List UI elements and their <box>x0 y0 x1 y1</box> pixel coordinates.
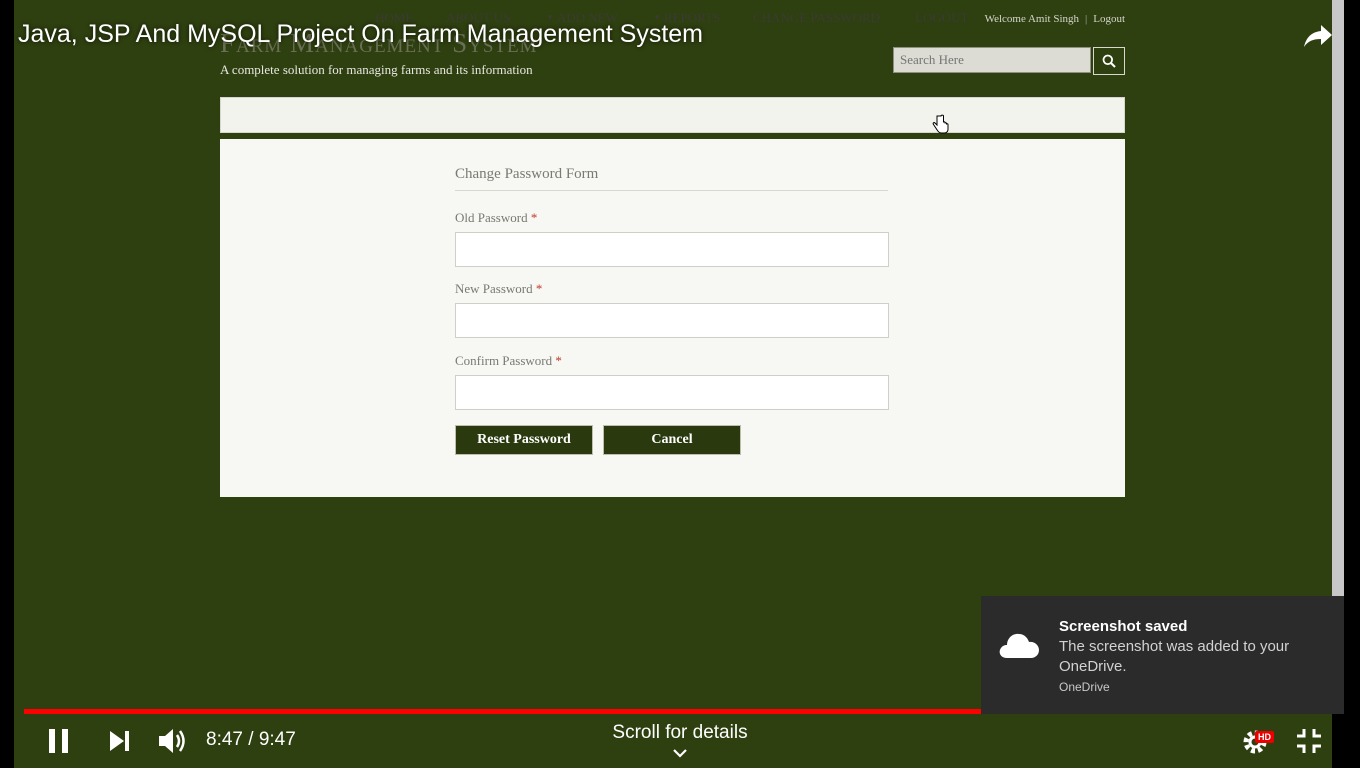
hand-cursor-icon <box>932 114 949 134</box>
volume-icon[interactable] <box>157 726 189 756</box>
main-nav <box>220 97 1125 133</box>
pause-icon[interactable] <box>48 728 70 754</box>
reset-password-button[interactable]: Reset Password <box>455 425 593 455</box>
separator: | <box>1085 13 1088 25</box>
nav-item-change-password[interactable]: CHANGE PASSWORD <box>753 10 880 26</box>
old-password-label: Old Password * <box>455 210 538 225</box>
form-divider <box>455 190 888 191</box>
confirm-password-label: Confirm Password * <box>455 353 562 368</box>
confirm-password-input[interactable] <box>455 375 889 410</box>
next-icon[interactable] <box>108 730 132 752</box>
exit-fullscreen-icon[interactable] <box>1296 728 1322 754</box>
new-password-label: New Password * <box>455 281 543 296</box>
chevron-down-icon[interactable] <box>672 747 688 759</box>
nav-item-logout[interactable]: LOGOUT <box>915 10 968 26</box>
cancel-button[interactable]: Cancel <box>603 425 741 455</box>
form-title: Change Password Form <box>455 166 599 182</box>
share-icon[interactable] <box>1302 22 1334 50</box>
toast-source: OneDrive <box>1059 680 1110 694</box>
cloud-icon <box>999 633 1039 658</box>
toast-title: Screenshot saved <box>1059 618 1188 635</box>
top-logout-link[interactable]: Logout <box>1093 13 1125 25</box>
video-title[interactable]: Java, JSP And MySQL Project On Farm Mana… <box>18 20 703 49</box>
time-display: 8:47 / 9:47 <box>206 729 296 750</box>
new-password-input[interactable] <box>455 303 889 338</box>
top-links: Welcome Amit Singh | Logout <box>960 13 1125 25</box>
search-icon <box>1102 54 1116 68</box>
site-tagline: A complete solution for managing farms a… <box>220 62 533 77</box>
search-input[interactable] <box>893 47 1091 73</box>
search-button[interactable] <box>1093 47 1125 75</box>
welcome-text: Welcome Amit Singh <box>984 13 1080 25</box>
old-password-input[interactable] <box>455 232 889 267</box>
toast-body: The screenshot was added to your OneDriv… <box>1059 638 1290 675</box>
page-scrollbar[interactable] <box>1332 0 1344 600</box>
scroll-for-details[interactable]: Scroll for details <box>580 722 780 744</box>
hd-badge: HD <box>1255 731 1274 743</box>
